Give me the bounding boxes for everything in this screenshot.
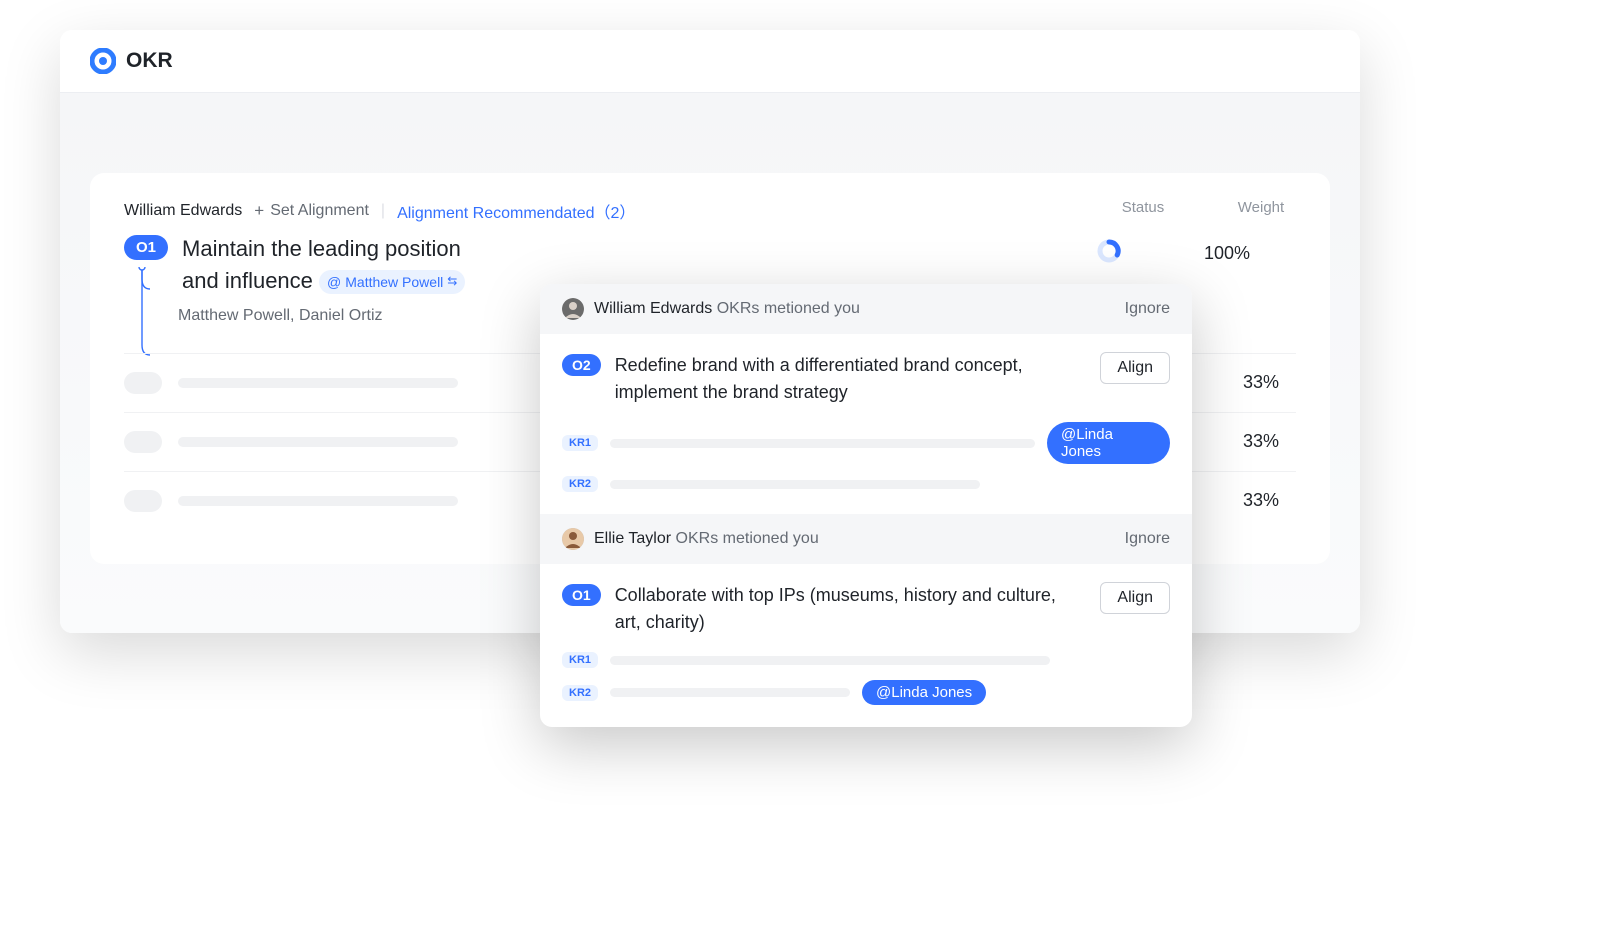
kr-badge: KR2 <box>562 476 598 492</box>
at-symbol: @ <box>327 272 341 292</box>
objective-title[interactable]: Maintain the leading position and influe… <box>182 233 465 297</box>
align-button[interactable]: Align <box>1100 352 1170 384</box>
column-headers: Status Weight <box>1108 199 1296 216</box>
ignore-button[interactable]: Ignore <box>1125 530 1170 548</box>
divider: | <box>381 202 385 220</box>
popover-kr-row: KR2 <box>562 476 1170 492</box>
objective-weight: 100% <box>1192 243 1262 264</box>
person-avatar[interactable] <box>562 528 584 550</box>
alignment-recommended-link[interactable]: Alignment Recommendated（2） <box>397 199 635 223</box>
set-alignment-button[interactable]: + Set Alignment <box>254 201 369 221</box>
mention-suffix: OKRs metioned you <box>717 300 860 317</box>
mention-pill[interactable]: @Linda Jones <box>1047 422 1170 464</box>
alignment-recommended-popover: William Edwards OKRs metioned you Ignore… <box>540 284 1192 727</box>
owner-name[interactable]: William Edwards <box>124 202 242 220</box>
mention-name: Matthew Powell <box>345 272 443 292</box>
person-name[interactable]: William Edwards <box>594 300 712 317</box>
kr-badge: KR1 <box>562 652 598 668</box>
popover-section-body: O2 Redefine brand with a differentiated … <box>540 334 1192 514</box>
person-name[interactable]: Ellie Taylor <box>594 530 671 547</box>
objective-badge: O2 <box>562 354 601 376</box>
person-avatar[interactable] <box>562 298 584 320</box>
mention-suffix: OKRs metioned you <box>676 530 819 547</box>
app-logo-icon <box>90 48 116 74</box>
popover-section-header: Ellie Taylor OKRs metioned you Ignore <box>540 514 1192 564</box>
kr-weight: 33% <box>1226 490 1296 511</box>
popover-kr-row: KR1 <box>562 652 1170 668</box>
kr-placeholder-bar <box>178 378 458 388</box>
kr-placeholder-pill <box>124 490 162 512</box>
kr-weight: 33% <box>1226 372 1296 393</box>
kr-badge: KR1 <box>562 435 598 451</box>
objective-title-line1: Maintain the leading position <box>182 236 461 261</box>
app-header: OKR <box>60 30 1360 93</box>
popover-kr-row: KR1 @Linda Jones <box>562 422 1170 464</box>
objective-title-line2: and influence <box>182 268 313 293</box>
mention-pill[interactable]: @Linda Jones <box>862 680 986 705</box>
app-title: OKR <box>126 49 173 73</box>
kr-placeholder-bar <box>610 688 850 697</box>
kr-placeholder-pill <box>124 372 162 394</box>
align-button[interactable]: Align <box>1100 582 1170 614</box>
popover-section-header: William Edwards OKRs metioned you Ignore <box>540 284 1192 334</box>
objective-badge: O1 <box>124 235 168 260</box>
set-alignment-label: Set Alignment <box>270 202 369 220</box>
kr-badge: KR2 <box>562 685 598 701</box>
popover-objective-title[interactable]: Collaborate with top IPs (museums, histo… <box>615 582 1087 636</box>
popover-objective-title[interactable]: Redefine brand with a differentiated bra… <box>615 352 1087 406</box>
link-icon: ⇆ <box>447 273 457 290</box>
mention-chip[interactable]: @Matthew Powell ⇆ <box>319 270 465 294</box>
status-header: Status <box>1108 199 1178 216</box>
kr-placeholder-bar <box>610 480 980 489</box>
kr-placeholder-bar <box>610 439 1035 448</box>
kr-weight: 33% <box>1226 431 1296 452</box>
popover-section-body: O1 Collaborate with top IPs (museums, hi… <box>540 564 1192 727</box>
objective-badge: O1 <box>562 584 601 606</box>
kr-placeholder-bar <box>178 496 458 506</box>
popover-kr-row: KR2 @Linda Jones <box>562 680 1170 705</box>
app-window: OKR Status Weight William Edwards + Set … <box>60 30 1360 633</box>
kr-placeholder-bar <box>610 656 1050 665</box>
ignore-button[interactable]: Ignore <box>1125 300 1170 318</box>
kr-placeholder-bar <box>178 437 458 447</box>
weight-header: Weight <box>1226 199 1296 216</box>
plus-icon: + <box>254 201 264 221</box>
objective-status-icon <box>1074 239 1144 268</box>
kr-placeholder-pill <box>124 431 162 453</box>
